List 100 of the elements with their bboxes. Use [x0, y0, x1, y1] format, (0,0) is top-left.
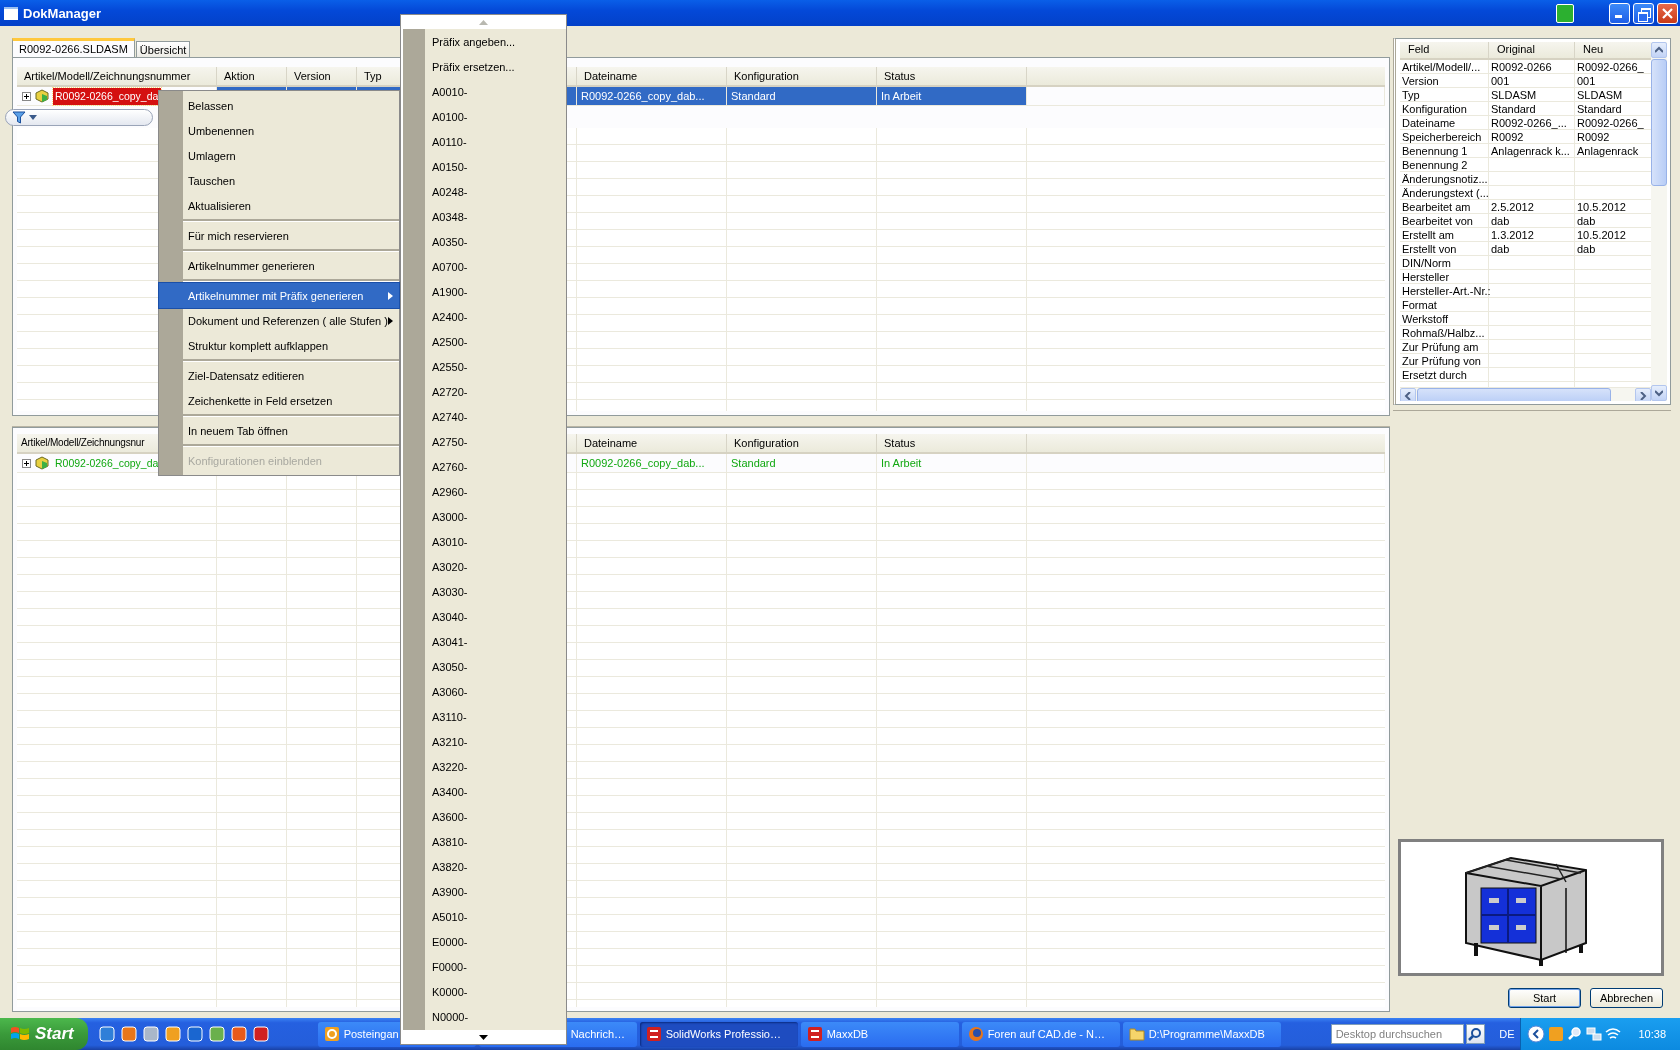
menu-item[interactable]: A3000- — [401, 504, 566, 529]
column-header[interactable]: Dateiname — [577, 67, 727, 85]
tab[interactable]: Übersicht — [135, 41, 191, 57]
column-header[interactable]: Artikel/Modell/Zeichnungsnummer — [17, 67, 217, 85]
taskbar-button[interactable]: MaxxDB — [800, 1021, 959, 1047]
scroll-up-icon[interactable] — [1651, 42, 1667, 58]
language-indicator[interactable]: DE — [1499, 1028, 1521, 1040]
table-cell: dab — [1489, 214, 1575, 228]
menu-item[interactable]: A3030- — [401, 579, 566, 604]
column-header[interactable]: Original — [1489, 42, 1575, 58]
chevron-left-icon[interactable] — [1527, 1025, 1546, 1043]
app-icon[interactable] — [207, 1025, 226, 1043]
expand-toggle[interactable] — [22, 458, 31, 468]
taskbar-button[interactable]: SolidWorks Professio… — [639, 1021, 798, 1047]
table-cell: R0092-0266 — [1489, 60, 1575, 74]
menu-item[interactable]: Tauschen — [159, 168, 399, 193]
search-button[interactable] — [1465, 1024, 1486, 1044]
column-header[interactable]: Dateiname — [577, 434, 727, 452]
menu-item[interactable]: A3820- — [401, 854, 566, 879]
menu-item[interactable]: A3060- — [401, 679, 566, 704]
menu-item[interactable]: A3600- — [401, 804, 566, 829]
menu-item[interactable]: Artikelnummer generieren — [159, 253, 399, 278]
field-label: Erstellt am — [1400, 228, 1489, 242]
menu-item[interactable]: A3041- — [401, 629, 566, 654]
menu-item[interactable]: A2720- — [401, 379, 566, 404]
menu-item[interactable]: A2500- — [401, 329, 566, 354]
menu-item[interactable]: A3810- — [401, 829, 566, 854]
column-header[interactable]: Status — [877, 434, 1027, 452]
menu-item[interactable]: A0100- — [401, 104, 566, 129]
menu-item[interactable]: A2960- — [401, 479, 566, 504]
menu-item[interactable]: K0000- — [401, 979, 566, 1004]
menu-item[interactable]: F0000- — [401, 954, 566, 979]
menu-item[interactable]: A3210- — [401, 729, 566, 754]
expand-toggle[interactable] — [22, 91, 31, 101]
column-header[interactable]: Konfiguration — [727, 67, 877, 85]
menu-item[interactable]: A3020- — [401, 554, 566, 579]
menu-item[interactable]: Artikelnummer mit Präfix generieren — [159, 283, 399, 308]
menu-item[interactable]: A2400- — [401, 304, 566, 329]
app-icon[interactable] — [185, 1025, 204, 1043]
menu-item[interactable]: Struktur komplett aufklappen — [159, 333, 399, 358]
menu-item[interactable]: A0248- — [401, 179, 566, 204]
start-button[interactable]: Start — [0, 1018, 88, 1050]
menu-item[interactable]: A3400- — [401, 779, 566, 804]
menu-item[interactable]: Ziel-Datensatz editieren — [159, 363, 399, 388]
magnifier-icon[interactable] — [1567, 1026, 1584, 1042]
column-header[interactable]: Status — [877, 67, 1027, 85]
minimize-button[interactable] — [1609, 2, 1630, 24]
menu-item[interactable]: Dokument und Referenzen ( alle Stufen ) — [159, 308, 399, 333]
menu-item[interactable]: Für mich reservieren — [159, 223, 399, 248]
menu-item[interactable]: A0110- — [401, 129, 566, 154]
search-field[interactable]: Desktop durchsuchen — [1330, 1024, 1464, 1044]
taskbar-button[interactable]: D:\Programme\MaxxDB — [1122, 1021, 1281, 1047]
menu-item[interactable]: Zeichenkette in Feld ersetzen — [159, 388, 399, 413]
tab[interactable]: R0092-0266.SLDASM — [12, 38, 135, 57]
menu-item[interactable]: A5010- — [401, 904, 566, 929]
taskbar-button[interactable]: Foren auf CAD.de - N… — [961, 1021, 1120, 1047]
column-header[interactable]: Feld — [1400, 42, 1489, 58]
menu-item[interactable]: A0700- — [401, 254, 566, 279]
menu-item[interactable]: A3040- — [401, 604, 566, 629]
column-header[interactable]: Aktion — [217, 67, 287, 85]
scroll-left-icon[interactable] — [1400, 388, 1416, 401]
scroll-right-icon[interactable] — [1635, 388, 1651, 401]
scroll-down-icon[interactable] — [479, 1034, 488, 1040]
menu-item[interactable]: Aktualisieren — [159, 193, 399, 218]
menu-item[interactable]: Umlagern — [159, 143, 399, 168]
column-header[interactable]: Konfiguration — [727, 434, 877, 452]
app-icon[interactable] — [163, 1025, 182, 1043]
menu-item[interactable]: E0000- — [401, 929, 566, 954]
cancel-button[interactable]: Abbrechen — [1590, 988, 1663, 1008]
menu-item[interactable]: A0348- — [401, 204, 566, 229]
close-button[interactable] — [1657, 2, 1678, 24]
menu-item[interactable]: A3220- — [401, 754, 566, 779]
menu-item[interactable]: A3050- — [401, 654, 566, 679]
menu-item[interactable]: A0350- — [401, 229, 566, 254]
menu-item[interactable]: Belassen — [159, 93, 399, 118]
printer-icon[interactable] — [1556, 3, 1574, 23]
menu-item[interactable]: A3900- — [401, 879, 566, 904]
network-icon[interactable] — [1586, 1026, 1603, 1042]
menu-item[interactable]: A3010- — [401, 529, 566, 554]
app-icon[interactable] — [229, 1025, 248, 1043]
menu-item[interactable]: A0150- — [401, 154, 566, 179]
app-icon[interactable] — [141, 1025, 160, 1043]
menu-item[interactable]: A3110- — [401, 704, 566, 729]
app-icon[interactable] — [251, 1025, 270, 1043]
vertical-scrollbar[interactable] — [1651, 42, 1667, 401]
menu-item[interactable]: A2750- — [401, 429, 566, 454]
menu-item[interactable]: A2740- — [401, 404, 566, 429]
menu-item[interactable]: A1900- — [401, 279, 566, 304]
app-icon[interactable] — [119, 1025, 138, 1043]
menu-item[interactable]: Präfix angeben... — [401, 29, 566, 54]
wifi-icon[interactable] — [1605, 1026, 1622, 1042]
app-icon[interactable] — [97, 1025, 116, 1043]
start-button[interactable]: Start — [1508, 988, 1581, 1008]
filter-bar[interactable] — [5, 108, 153, 126]
column-header[interactable]: Version — [287, 67, 357, 85]
horizontal-scrollbar[interactable] — [1400, 388, 1651, 401]
menu-item[interactable]: Umbenennen — [159, 118, 399, 143]
menu-item[interactable]: A2550- — [401, 354, 566, 379]
restore-button[interactable] — [1633, 2, 1654, 24]
menu-item[interactable]: A2760- — [401, 454, 566, 479]
